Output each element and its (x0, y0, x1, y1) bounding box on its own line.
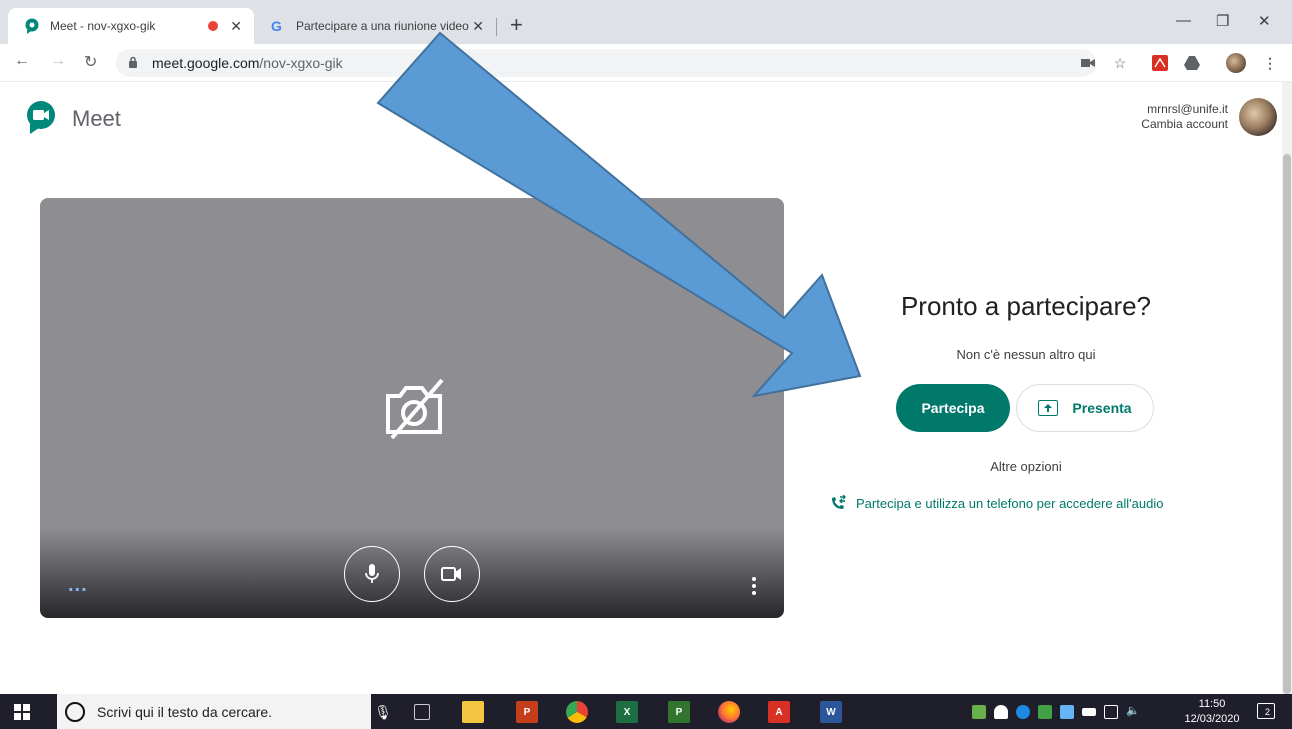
url-host: meet.google.com (152, 55, 260, 71)
forward-icon[interactable]: → (50, 52, 66, 70)
cloud-tray-icon[interactable] (994, 705, 1008, 719)
windows-start-icon[interactable] (14, 704, 30, 720)
clock-time: 11:50 (1198, 698, 1226, 710)
tab-divider (496, 18, 497, 36)
camera-in-use-icon[interactable] (1080, 55, 1096, 71)
meet-logo-icon (24, 100, 58, 134)
tab-help[interactable]: G Partecipare a una riunione video ✕ (256, 8, 496, 44)
restore-icon[interactable]: ❐ (1216, 12, 1229, 30)
battery-tray-icon[interactable] (1082, 708, 1096, 716)
present-button[interactable]: Presenta (1016, 384, 1154, 432)
page-scrollbar[interactable] (1282, 82, 1292, 694)
display-tray-icon[interactable] (1104, 705, 1118, 719)
microphone-icon (365, 564, 379, 583)
microphone-toggle-button[interactable] (344, 546, 400, 602)
reload-icon[interactable]: ↻ (84, 52, 97, 72)
recording-dot-icon (208, 21, 219, 31)
ready-to-join-heading: Pronto a partecipare? (900, 291, 1152, 321)
more-options-dots[interactable]: ... (68, 574, 88, 597)
project-icon[interactable]: P (668, 701, 690, 723)
pdf-extension-icon[interactable] (1152, 55, 1168, 71)
camera-off-icon (380, 378, 448, 440)
browser-tab-strip: Meet - nov-xgxo-gik ✕ G Partecipare a un… (0, 0, 1292, 44)
other-options-label: Altre opzioni (990, 459, 1062, 474)
network-tray-icon[interactable] (972, 705, 986, 719)
cortana-icon (65, 701, 85, 722)
powerpoint-icon[interactable]: P (516, 701, 538, 723)
microphone-icon[interactable]: 🎙 (372, 701, 394, 723)
app-tray-icon[interactable] (1060, 705, 1074, 719)
preview-menu-kebab-icon[interactable] (748, 576, 760, 596)
volume-tray-icon[interactable]: 🔈 (1126, 704, 1140, 718)
meet-icon (24, 18, 40, 34)
excel-icon[interactable]: X (616, 701, 638, 723)
account-email: mrnrsl@unife.it (1147, 102, 1228, 116)
switch-account-link[interactable]: Cambia account (1141, 117, 1228, 132)
participants-status: Non c'è nessun altro qui (956, 347, 1096, 362)
present-button-label: Presenta (1072, 400, 1132, 416)
avatar[interactable] (1239, 98, 1277, 136)
google-g-icon: G (270, 18, 286, 34)
security-tray-icon[interactable] (1038, 705, 1052, 719)
svg-text:G: G (271, 18, 282, 34)
join-button-label: Partecipa (921, 400, 985, 416)
windows-taskbar: Scrivi qui il testo da cercare. 🎙 P X P … (0, 694, 1292, 729)
tab-meet[interactable]: Meet - nov-xgxo-gik ✕ (8, 8, 254, 44)
new-tab-icon[interactable]: + (510, 14, 523, 36)
join-by-phone-label: Partecipa e utilizza un telefono per acc… (856, 495, 1164, 511)
bookmark-star-icon[interactable]: ☆ (1112, 55, 1128, 71)
tab-title: Partecipare a una riunione video (296, 19, 469, 33)
camera-toggle-button[interactable] (424, 546, 480, 602)
camera-icon (441, 567, 461, 581)
close-window-icon[interactable]: ✕ (1258, 12, 1271, 30)
lock-icon (128, 56, 142, 71)
firefox-icon[interactable] (718, 701, 740, 723)
acrobat-icon[interactable]: A (768, 701, 790, 723)
notification-count: 2 (1265, 707, 1271, 717)
app-name: Meet (72, 106, 121, 131)
close-tab-icon[interactable]: ✕ (472, 18, 484, 35)
profile-avatar[interactable] (1226, 53, 1246, 73)
video-preview: ... (40, 198, 784, 618)
close-tab-icon[interactable]: ✕ (230, 18, 242, 35)
drive-extension-icon[interactable] (1184, 55, 1200, 71)
scrollbar-thumb[interactable] (1283, 154, 1291, 694)
notification-center-icon[interactable]: 2 (1257, 703, 1275, 719)
url-path: /nov-xgxo-gik (259, 55, 343, 71)
taskbar-search-placeholder: Scrivi qui il testo da cercare. (97, 703, 273, 720)
menu-kebab-icon[interactable]: ⋮ (1262, 55, 1278, 71)
join-button[interactable]: Partecipa (896, 384, 1010, 432)
word-icon[interactable]: W (820, 701, 842, 723)
back-icon[interactable]: ← (14, 52, 30, 70)
tab-title: Meet - nov-xgxo-gik (50, 19, 156, 33)
clock-date: 12/03/2020 (1184, 713, 1240, 725)
phone-forward-icon (830, 494, 846, 511)
preview-control-gradient (40, 528, 784, 618)
present-screen-icon (1038, 400, 1059, 416)
account-info: mrnrsl@unife.it Cambia account (1141, 102, 1228, 132)
taskbar-search[interactable]: Scrivi qui il testo da cercare. (57, 694, 371, 729)
task-view-icon[interactable] (414, 704, 430, 720)
bluetooth-tray-icon[interactable] (1016, 705, 1030, 719)
file-explorer-icon[interactable] (462, 701, 484, 723)
join-by-phone-link[interactable]: Partecipa e utilizza un telefono per acc… (830, 494, 1164, 511)
taskbar-clock[interactable]: 11:50 12/03/2020 (1180, 697, 1244, 727)
minimize-icon[interactable]: — (1176, 12, 1191, 29)
browser-toolbar: ← → ↻ meet.google.com/nov-xgxo-gik ☆ ⋮ (0, 44, 1292, 82)
chrome-icon[interactable] (566, 701, 588, 723)
address-bar[interactable]: meet.google.com/nov-xgxo-gik (116, 49, 1096, 77)
